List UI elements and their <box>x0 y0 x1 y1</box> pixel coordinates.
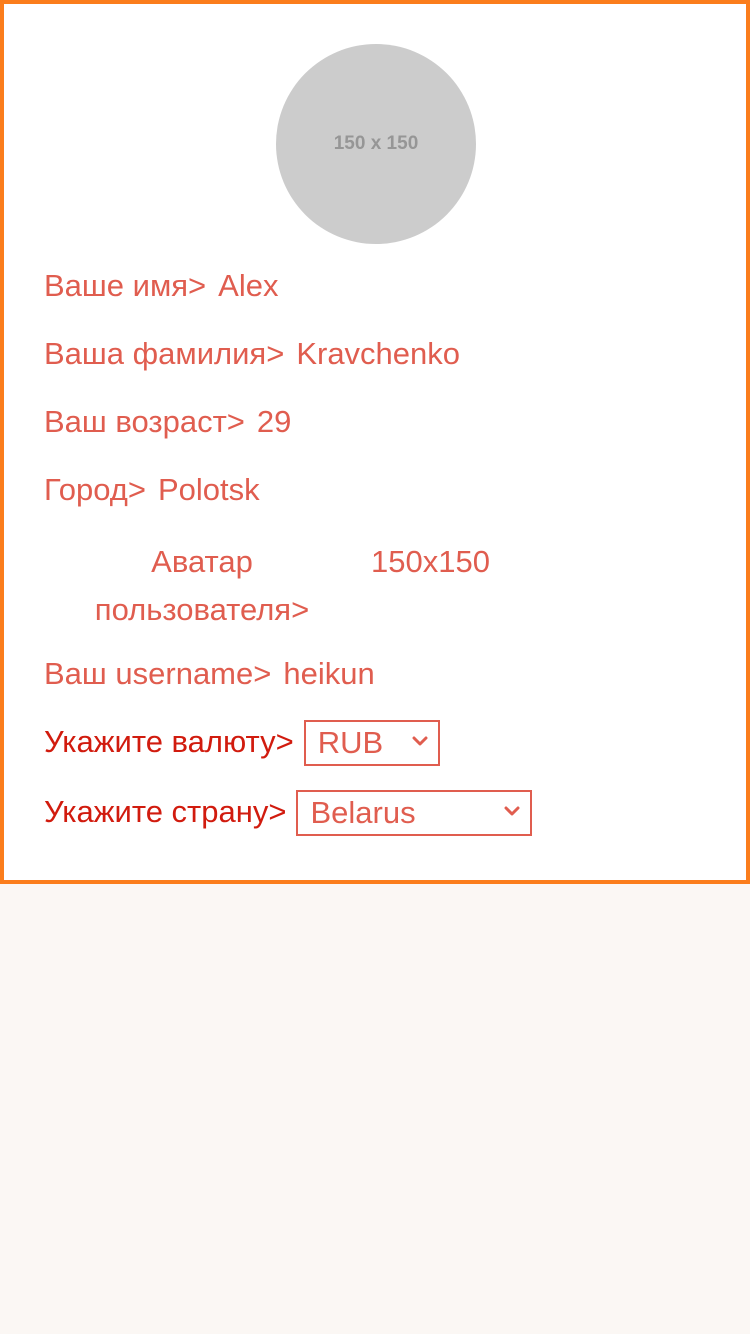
currency-row: Укажите валюту> RUB <box>44 720 440 766</box>
currency-selected-value: RUB <box>317 725 384 760</box>
first-name-value: Alex <box>218 268 279 303</box>
avatar-label-line1: Аватар <box>151 544 253 579</box>
username-label: Ваш username> <box>44 656 272 691</box>
city-row: Город> Polotsk <box>44 472 260 508</box>
first-name-label: Ваше имя> <box>44 268 207 303</box>
last-name-label: Ваша фамилия> <box>44 336 285 371</box>
city-value: Polotsk <box>157 472 260 507</box>
country-select[interactable]: Belarus <box>296 790 533 836</box>
country-selected-value: Belarus <box>310 795 416 830</box>
age-row: Ваш возраст> 29 <box>44 404 291 440</box>
avatar-label: Аватар пользователя> <box>44 538 360 634</box>
avatar-value: 150x150 <box>371 544 490 579</box>
country-label: Укажите страну> <box>44 794 287 829</box>
username-row: Ваш username> heikun <box>44 656 375 692</box>
city-label: Город> <box>44 472 146 507</box>
country-row: Укажите страну> Belarus <box>44 790 533 836</box>
currency-label: Укажите валюту> <box>44 724 294 759</box>
age-label: Ваш возраст> <box>44 404 245 439</box>
last-name-row: Ваша фамилия> Kravchenko <box>44 336 460 372</box>
username-value: heikun <box>283 656 375 691</box>
age-value: 29 <box>256 404 292 439</box>
avatar-placeholder: 150 x 150 <box>276 44 476 244</box>
avatar-label-line2: пользователя> <box>94 592 310 627</box>
profile-card: 150 x 150 Ваше имя> Alex Ваша фамилия> Kra… <box>0 0 750 884</box>
first-name-row: Ваше имя> Alex <box>44 268 278 304</box>
chevron-down-icon <box>504 806 520 816</box>
avatar-placeholder-text: 150 x 150 <box>333 133 419 154</box>
currency-select[interactable]: RUB <box>303 720 440 766</box>
last-name-value: Kravchenko <box>296 336 461 371</box>
chevron-down-icon <box>412 736 428 746</box>
